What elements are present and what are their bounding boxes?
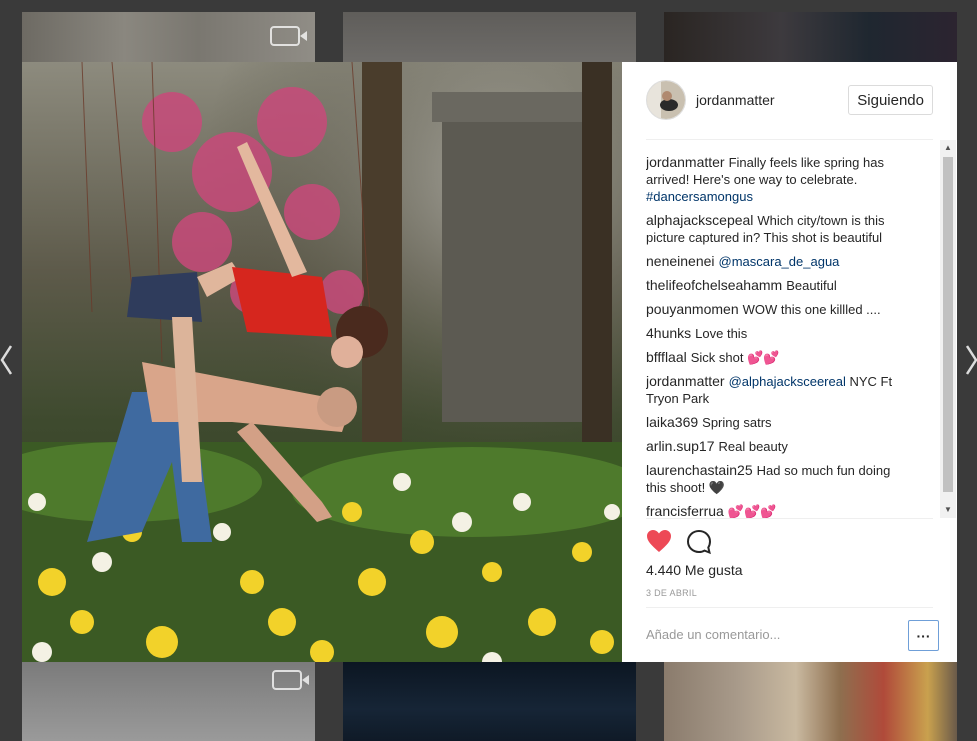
grid-thumbnail[interactable] — [22, 12, 315, 62]
post-header: jordanmatter Siguiendo — [646, 80, 933, 120]
comment-item: thelifeofchelseahamm Beautiful — [646, 277, 910, 294]
grid-thumbnail[interactable] — [664, 662, 957, 741]
comment-item: laurenchastain25 Had so much fun doing th… — [646, 462, 910, 496]
post-sidebar: jordanmatter Siguiendo jordanmatter Final… — [622, 62, 957, 662]
grid-thumbnail[interactable] — [664, 12, 957, 62]
grid-thumbnail[interactable] — [343, 662, 636, 741]
comment-text: Sick shot 💕💕 — [690, 350, 780, 365]
comment-text: Love this — [695, 326, 748, 341]
comment-item: jordanmatter @alphajacksceereal NYC Ft Tr… — [646, 373, 910, 407]
comments-scrollbar[interactable]: ▲ ▼ — [940, 140, 956, 518]
comment-text: Spring satrs — [702, 415, 772, 430]
comment-text: WOW this one killled .... — [742, 302, 881, 317]
grid-thumbnail[interactable] — [343, 12, 636, 62]
divider — [646, 607, 933, 608]
post-date: 3 DE ABRIL — [646, 588, 698, 598]
comment-username[interactable]: bffflaal — [646, 349, 687, 365]
following-button[interactable]: Siguiendo — [848, 85, 933, 115]
comment-username[interactable]: 4hunks — [646, 325, 691, 341]
comment-username[interactable]: laurenchastain25 — [646, 462, 753, 478]
video-icon — [272, 670, 309, 690]
comment-username[interactable]: pouyanmomen — [646, 301, 739, 317]
comment-item: arlin.sup17 Real beauty — [646, 438, 910, 455]
comment-username[interactable]: francisferrua — [646, 503, 724, 519]
comment-text: Real beauty — [718, 439, 788, 454]
comment-item: bffflaal Sick shot 💕💕 — [646, 349, 910, 366]
comment-item: laika369 Spring satrs — [646, 414, 910, 431]
video-icon — [270, 26, 307, 46]
comment-username[interactable]: neneinenei — [646, 253, 715, 269]
add-comment-input[interactable] — [646, 622, 876, 646]
heart-icon[interactable] — [646, 529, 672, 555]
comment-item: pouyanmomen WOW this one killled .... — [646, 301, 910, 318]
comment-item: francisferrua 💕💕💕 — [646, 503, 910, 519]
comment-item: neneinenei @mascara_de_agua — [646, 253, 910, 270]
post-username[interactable]: jordanmatter — [696, 92, 848, 108]
divider — [646, 518, 933, 519]
likes-count[interactable]: 4.440 Me gusta — [646, 562, 743, 578]
comment-text: 💕💕💕 — [727, 504, 777, 519]
post-modal: jordanmatter Siguiendo jordanmatter Final… — [22, 62, 957, 662]
comment-bubble-icon[interactable] — [686, 529, 712, 555]
post-actions — [646, 529, 726, 555]
comment-item: 4hunks Love this — [646, 325, 910, 342]
scroll-down-arrow-icon[interactable]: ▼ — [940, 502, 956, 518]
comment-username[interactable]: laika369 — [646, 414, 698, 430]
comment-username[interactable]: arlin.sup17 — [646, 438, 715, 454]
more-options-button[interactable]: ··· — [908, 620, 939, 651]
comment-link[interactable]: @mascara_de_agua — [719, 254, 840, 269]
comment-username[interactable]: thelifeofchelseahamm — [646, 277, 782, 293]
scroll-up-arrow-icon[interactable]: ▲ — [940, 140, 956, 156]
chevron-left-icon[interactable] — [0, 345, 14, 377]
comment-link[interactable]: @alphajacksceereal — [729, 374, 846, 389]
comment-link[interactable]: #dancersamongus — [646, 189, 753, 204]
grid-thumbnail[interactable] — [22, 662, 315, 741]
post-photo[interactable] — [22, 62, 622, 662]
comment-item: jordanmatter Finally feels like spring ha… — [646, 154, 910, 205]
divider — [646, 139, 933, 140]
comment-text: Beautiful — [786, 278, 837, 293]
scrollbar-thumb[interactable] — [943, 157, 953, 492]
comment-item: alphajacksceреal Which city/town is this … — [646, 212, 910, 246]
comments-list: jordanmatter Finally feels like spring ha… — [646, 154, 910, 519]
avatar[interactable] — [646, 80, 686, 120]
comment-username[interactable]: jordanmatter — [646, 373, 725, 389]
comment-username[interactable]: jordanmatter — [646, 154, 725, 170]
comment-username[interactable]: alphajacksceреal — [646, 212, 753, 228]
chevron-right-icon[interactable] — [966, 345, 977, 377]
